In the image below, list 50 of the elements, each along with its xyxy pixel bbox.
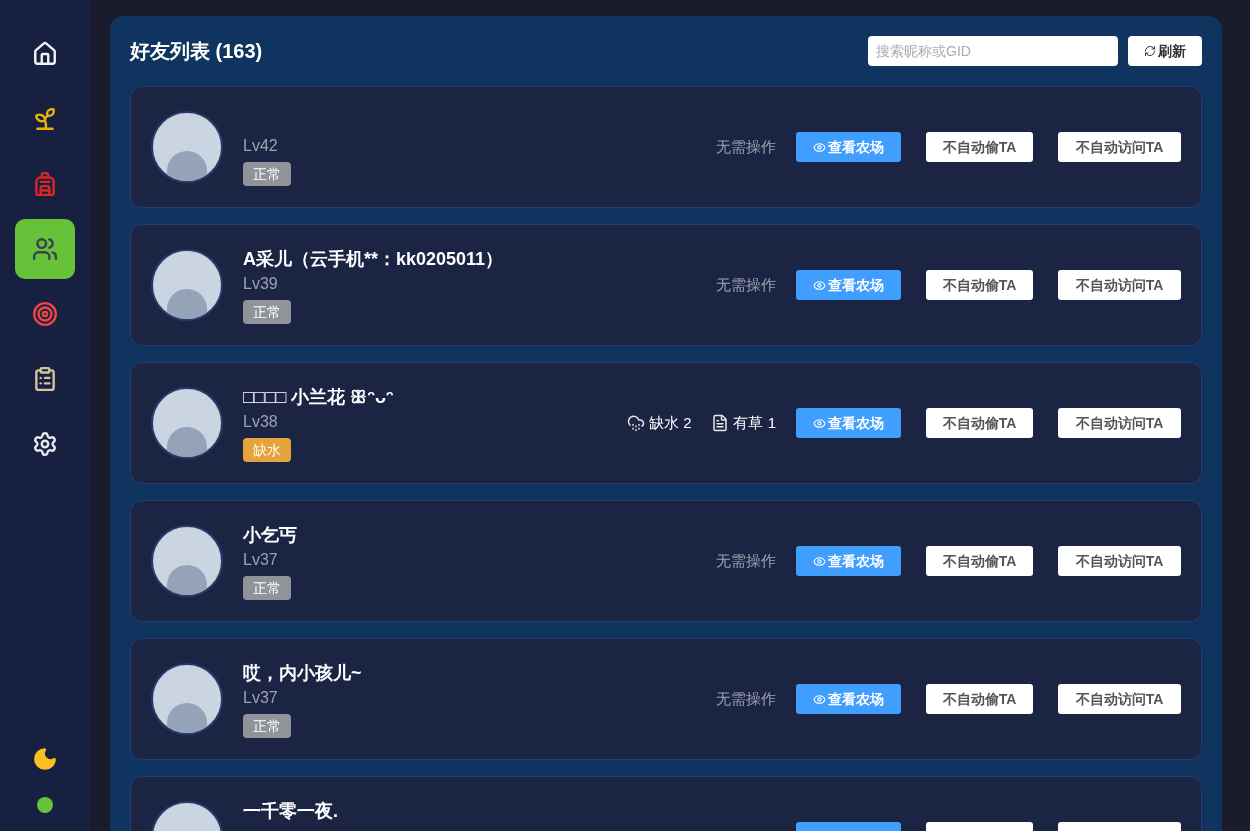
friend-level: Lv39 [243, 274, 278, 294]
document-icon [711, 414, 730, 432]
steal-toggle-button[interactable]: 不自动偷TA [926, 408, 1033, 438]
steal-toggle-button[interactable]: 不自动偷TA [926, 684, 1033, 714]
steal-toggle-button[interactable]: 不自动偷TA [926, 546, 1033, 576]
clipboard-icon [32, 366, 58, 392]
backpack-icon [32, 171, 58, 197]
visit-toggle-button[interactable]: 不自动访问TA [1058, 132, 1181, 162]
visit-toggle-button[interactable]: 不自动访问TA [1058, 408, 1181, 438]
friend-name: 哎，内小孩儿~ [243, 663, 362, 683]
status-badge: 缺水 [243, 438, 291, 462]
stat-label: 缺水 2 [648, 412, 692, 433]
target-icon [32, 301, 58, 327]
eye-icon [813, 554, 826, 568]
sprout-icon [32, 106, 58, 132]
status-badge: 正常 [243, 576, 291, 600]
friend-level: Lv37 [243, 550, 278, 570]
eye-icon [813, 692, 826, 706]
refresh-button[interactable]: 刷新 [1128, 36, 1202, 66]
cloud-rain-icon [626, 414, 645, 432]
status-note: 无需操作 [716, 550, 776, 571]
eye-icon [813, 416, 826, 430]
panel-title: 好友列表 (163) [130, 39, 263, 64]
status-note: 无需操作 [716, 274, 776, 295]
stat-label: 有草 1 [733, 412, 776, 433]
status-badge: 正常 [243, 300, 291, 324]
search-field[interactable]: 搜索昵称或GID [868, 36, 1118, 66]
moon-icon [32, 746, 58, 772]
friend-name: □□□□ 小兰花 ꕥᵔᴗᵔ [243, 387, 394, 407]
friend-level: Lv37 [243, 688, 278, 708]
friend-level: Lv42 [243, 136, 278, 156]
friend-name: 小乞丐 [243, 525, 297, 545]
friend-name: A采儿（云手机**：kk0205011） [243, 249, 504, 269]
status-badge: 正常 [243, 714, 291, 738]
visit-toggle-button[interactable]: 不自动访问TA [1058, 684, 1181, 714]
visit-toggle-button[interactable]: 不自动访问TA [1058, 270, 1181, 300]
visit-toggle-button[interactable]: 不自动访问TA [1058, 546, 1181, 576]
status-badge: 正常 [243, 162, 291, 186]
home-icon [32, 41, 58, 67]
steal-toggle-button[interactable]: 不自动偷TA [926, 132, 1033, 162]
eye-icon [813, 140, 826, 154]
eye-icon [813, 278, 826, 292]
friend-level: Lv38 [243, 412, 278, 432]
refresh-icon [1144, 45, 1156, 57]
friend-name: 一千零一夜. [243, 801, 338, 821]
status-note: 无需操作 [716, 688, 776, 709]
people-icon [32, 236, 58, 262]
settings-icon [32, 431, 58, 457]
steal-toggle-button[interactable]: 不自动偷TA [926, 270, 1033, 300]
status-note: 无需操作 [716, 136, 776, 157]
